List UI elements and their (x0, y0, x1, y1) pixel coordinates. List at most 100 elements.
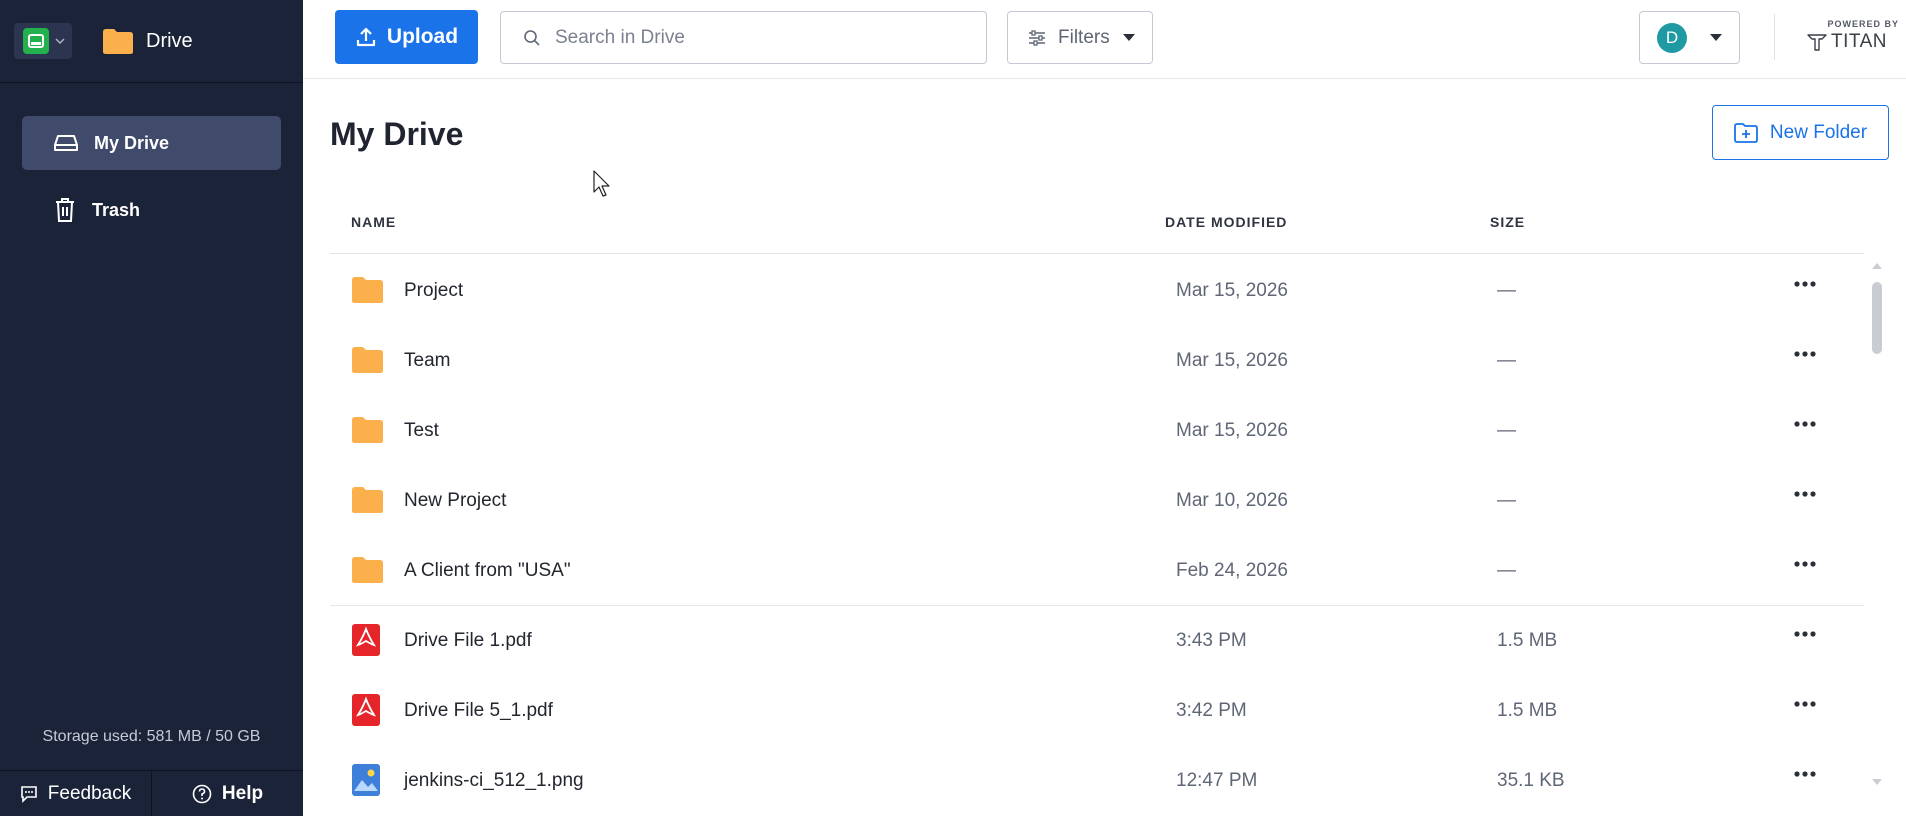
sidebar: Drive My Drive Trash Storage used: 581 M… (0, 0, 303, 816)
feedback-button[interactable]: Feedback (0, 771, 152, 816)
powered-by-label: POWERED BY (1827, 19, 1899, 29)
filters-label: Filters (1058, 26, 1110, 48)
sidebar-item-trash[interactable]: Trash (22, 183, 281, 237)
titan-label: TITAN (1831, 31, 1887, 52)
table-row[interactable]: Test Mar 15, 2026 — (330, 396, 1864, 466)
file-date: 3:42 PM (1176, 700, 1247, 721)
caret-down-icon (1710, 34, 1722, 41)
file-name: jenkins-ci_512_1.png (404, 770, 584, 791)
table-row[interactable]: Project Mar 15, 2026 — (330, 256, 1864, 326)
search-box[interactable] (500, 11, 987, 64)
file-size: — (1497, 280, 1516, 301)
file-size: — (1497, 490, 1516, 511)
more-options-icon[interactable] (1793, 700, 1817, 708)
folder-icon (103, 28, 133, 54)
pdf-icon (352, 624, 380, 656)
more-options-icon[interactable] (1793, 630, 1817, 638)
file-name: Project (404, 280, 464, 301)
file-date: Mar 15, 2026 (1176, 420, 1288, 441)
sidebar-header: Drive (0, 0, 303, 83)
account-menu-button[interactable]: D (1639, 11, 1740, 64)
scrollbar[interactable] (1870, 258, 1884, 794)
titan-logo-icon (1807, 34, 1827, 51)
column-header-size[interactable]: SIZE (1490, 214, 1525, 230)
more-options-icon[interactable] (1793, 350, 1817, 358)
image-file-icon (352, 764, 380, 796)
chevron-down-icon (55, 38, 65, 45)
file-date: Mar 15, 2026 (1176, 280, 1288, 301)
table-row[interactable]: Drive File 5_1.pdf 3:42 PM 1.5 MB (330, 676, 1864, 746)
file-date: Mar 10, 2026 (1176, 490, 1288, 511)
table-row[interactable]: jenkins-ci_512_1.png 12:47 PM 35.1 KB (330, 746, 1864, 816)
table-row[interactable]: A Client from "USA" Feb 24, 2026 — (330, 536, 1864, 606)
new-folder-button[interactable]: New Folder (1712, 105, 1889, 160)
column-header-name[interactable]: NAME (351, 214, 396, 230)
file-date: Feb 24, 2026 (1176, 559, 1288, 581)
divider (1774, 14, 1775, 60)
drive-icon (54, 135, 78, 151)
file-name: Drive File 5_1.pdf (404, 700, 553, 721)
search-icon (524, 29, 540, 46)
table-row[interactable]: New Project Mar 10, 2026 — (330, 466, 1864, 536)
folder-icon (352, 417, 383, 443)
upload-icon (356, 27, 376, 47)
table-row[interactable]: Drive File 1.pdf 3:43 PM 1.5 MB (330, 606, 1864, 676)
file-name: New Project (404, 490, 507, 511)
filters-button[interactable]: Filters (1007, 11, 1153, 64)
scroll-thumb[interactable] (1872, 282, 1882, 354)
feedback-label: Feedback (47, 782, 132, 804)
sidebar-item-label: Trash (92, 199, 141, 220)
titan-logo: TITAN (1807, 31, 1906, 53)
file-size: 1.5 MB (1497, 630, 1558, 651)
more-options-icon[interactable] (1793, 560, 1817, 568)
folder-plus-icon (1734, 122, 1758, 143)
sidebar-item-my-drive[interactable]: My Drive (22, 116, 281, 170)
sliders-icon (1029, 29, 1045, 46)
top-bar: Upload Filters D POWERED BY TITAN (303, 0, 1906, 79)
page-title: My Drive (330, 116, 464, 152)
more-options-icon[interactable] (1793, 420, 1817, 428)
scroll-up-icon[interactable] (1870, 260, 1884, 270)
folder-icon (352, 277, 383, 303)
file-size: 35.1 KB (1497, 770, 1565, 791)
upload-button[interactable]: Upload (335, 10, 478, 64)
file-list: Project Mar 15, 2026 — Team Mar 15, 2026… (330, 256, 1864, 816)
file-size: 1.5 MB (1497, 700, 1558, 721)
app-logo-icon (23, 28, 49, 54)
file-name: Team (404, 350, 451, 371)
storage-usage: Storage used: 581 MB / 50 GB (42, 728, 261, 745)
sidebar-item-label: My Drive (94, 132, 170, 153)
caret-down-icon (1122, 34, 1135, 41)
trash-icon (56, 198, 74, 222)
mouse-cursor-icon (593, 170, 610, 197)
file-name: A Client from "USA" (404, 559, 571, 581)
file-name: Test (404, 420, 439, 441)
file-size: — (1497, 559, 1516, 581)
file-date: Mar 15, 2026 (1176, 350, 1288, 371)
column-header-date[interactable]: DATE MODIFIED (1165, 214, 1287, 230)
help-button[interactable]: Help (152, 771, 303, 816)
feedback-icon (20, 785, 37, 803)
folder-icon (352, 487, 383, 513)
folder-icon (352, 347, 383, 373)
search-input[interactable] (555, 26, 955, 49)
help-label: Help (221, 782, 264, 804)
file-size: — (1497, 350, 1516, 371)
new-folder-label: New Folder (1769, 121, 1868, 143)
table-header: NAME DATE MODIFIED SIZE (330, 214, 1864, 254)
scroll-down-icon[interactable] (1870, 778, 1884, 788)
powered-by-titan: POWERED BY TITAN (1807, 19, 1906, 53)
upload-label: Upload (386, 25, 459, 48)
sidebar-footer: Feedback Help (0, 770, 303, 816)
pdf-icon (352, 694, 380, 726)
more-options-icon[interactable] (1793, 770, 1817, 778)
drive-brand: Drive (102, 28, 193, 55)
more-options-icon[interactable] (1793, 280, 1817, 288)
table-row[interactable]: Team Mar 15, 2026 — (330, 326, 1864, 396)
help-icon (192, 784, 212, 803)
file-date: 3:43 PM (1176, 630, 1247, 651)
app-switcher-button[interactable] (14, 23, 72, 59)
file-name: Drive File 1.pdf (404, 630, 532, 651)
sidebar-nav: My Drive Trash (0, 83, 303, 237)
more-options-icon[interactable] (1793, 490, 1817, 498)
